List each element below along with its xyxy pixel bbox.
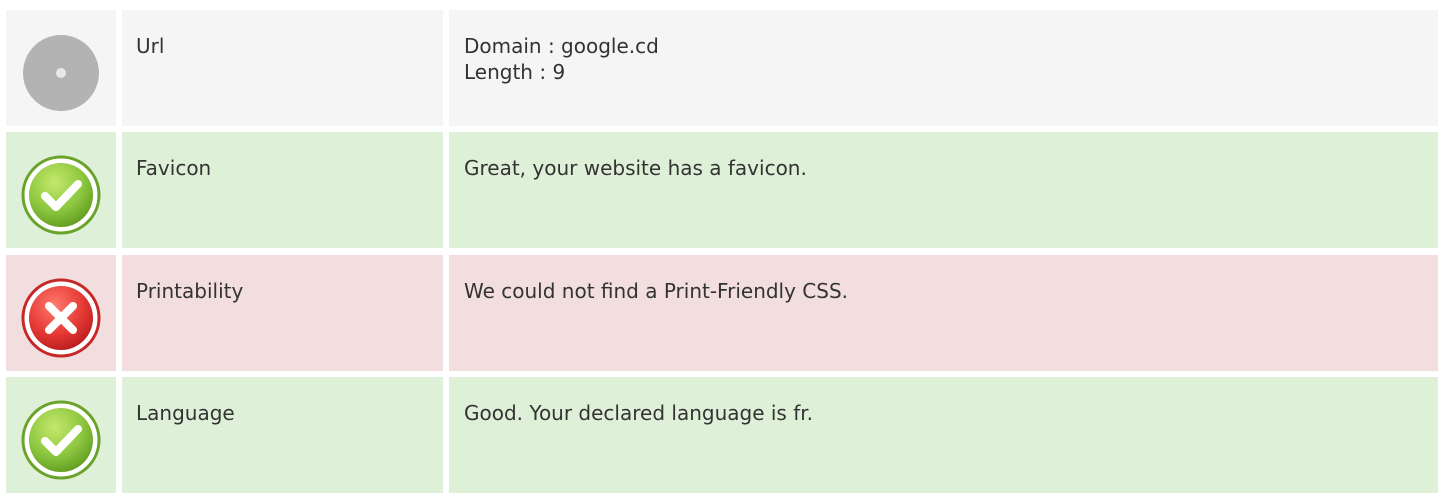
check-icon — [21, 155, 101, 235]
result-label: Url — [122, 10, 443, 126]
length-text: Length : 9 — [464, 60, 566, 84]
neutral-disc-icon — [23, 35, 99, 111]
result-message: Good. Your declared language is fr. — [464, 401, 813, 425]
status-cell — [6, 255, 116, 371]
result-message: We could not find a Print-Friendly CSS. — [464, 279, 849, 303]
status-cell — [6, 132, 116, 248]
result-value: We could not find a Print-Friendly CSS. — [449, 255, 1438, 371]
status-cell — [6, 10, 116, 126]
result-row-url: Url Domain : google.cd Length : 9 — [6, 10, 1438, 126]
result-value: Good. Your declared language is fr. — [449, 377, 1438, 493]
result-row-language: Language Good. Your declared language is… — [6, 377, 1438, 493]
domain-text: Domain : google.cd — [464, 34, 659, 58]
check-icon — [21, 400, 101, 480]
result-label: Printability — [122, 255, 443, 371]
result-label: Language — [122, 377, 443, 493]
status-cell — [6, 377, 116, 493]
result-value: Domain : google.cd Length : 9 — [449, 10, 1438, 126]
error-x-icon — [21, 278, 101, 358]
result-message: Great, your website has a favicon. — [464, 156, 807, 180]
result-label: Favicon — [122, 132, 443, 248]
result-row-favicon: Favicon Great, your website has a favico… — [6, 132, 1438, 248]
result-value: Great, your website has a favicon. — [449, 132, 1438, 248]
result-row-printability: Printability We could not find a Print-F… — [6, 255, 1438, 371]
